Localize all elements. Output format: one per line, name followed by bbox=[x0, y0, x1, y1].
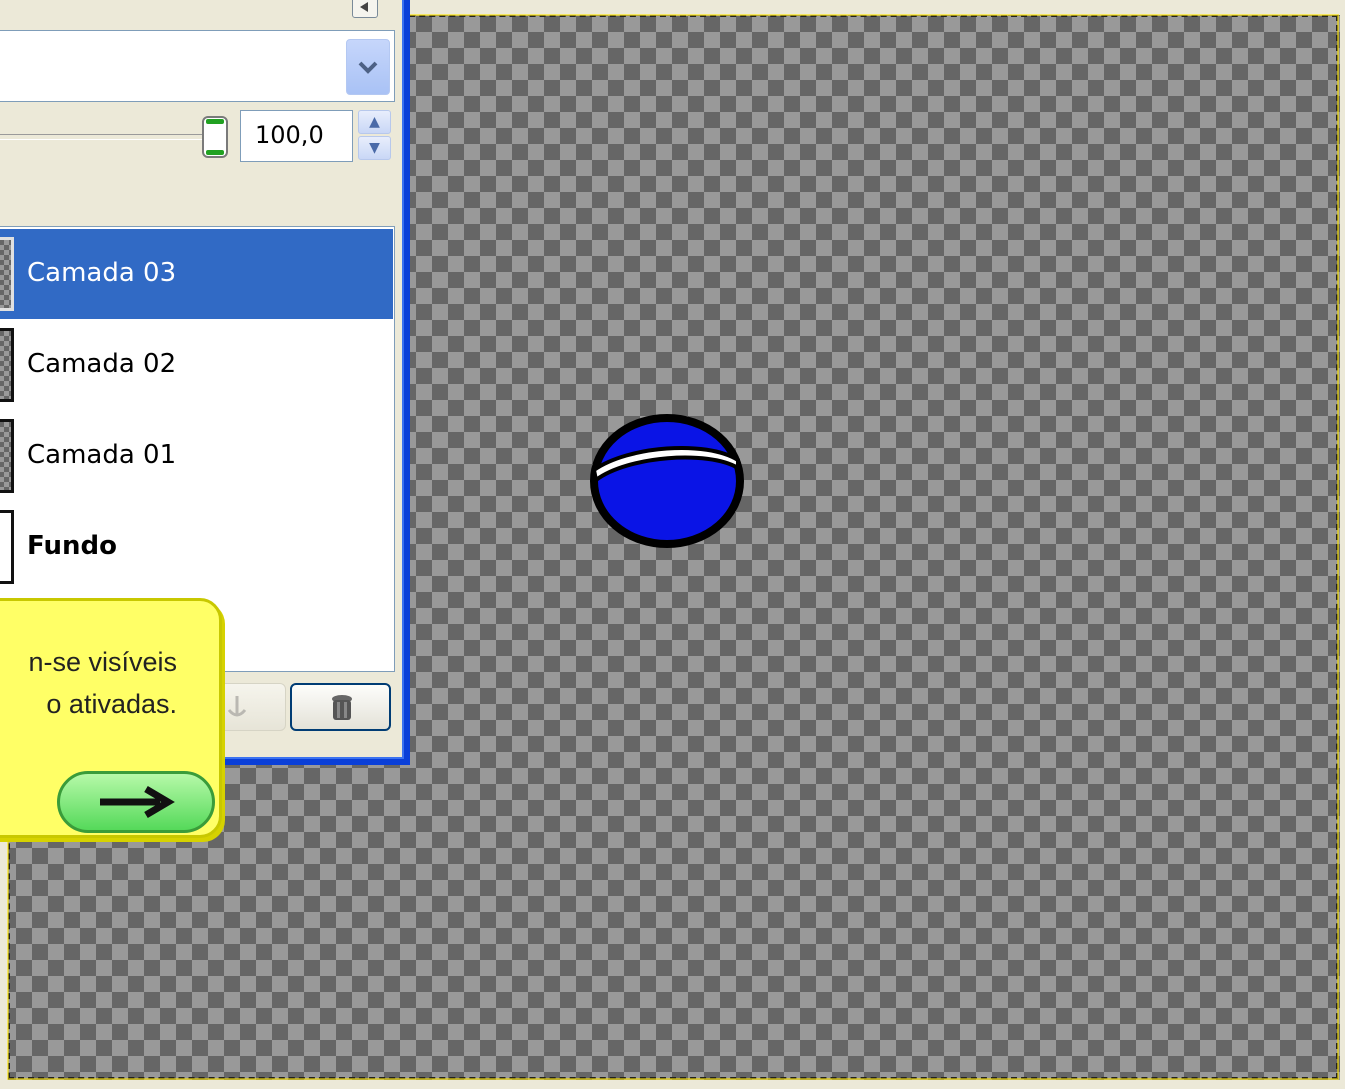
spin-up-icon[interactable]: ▲ bbox=[358, 110, 391, 134]
arrow-right-icon bbox=[100, 785, 175, 819]
layer-name: Camada 01 bbox=[27, 440, 177, 470]
tooltip-line-2: o ativadas. bbox=[46, 689, 177, 719]
layer-mode-combo[interactable] bbox=[0, 30, 395, 102]
layer-row-fundo[interactable]: Fundo bbox=[0, 502, 393, 592]
spin-down-icon[interactable]: ▼ bbox=[358, 136, 391, 160]
trash-icon bbox=[332, 695, 352, 720]
next-step-button[interactable] bbox=[57, 771, 215, 833]
layer-thumbnail bbox=[0, 237, 14, 311]
blue-ball-drawing bbox=[590, 414, 744, 548]
layer-thumbnail bbox=[0, 419, 14, 493]
layer-name: Camada 02 bbox=[27, 349, 177, 379]
layer-thumbnail bbox=[0, 328, 14, 402]
canvas-margin-bottom bbox=[0, 1080, 1345, 1089]
tooltip-text: n-se visíveis o ativadas. bbox=[0, 641, 203, 725]
opacity-spinner[interactable]: ▲ ▼ bbox=[358, 110, 391, 162]
anchor-icon bbox=[227, 696, 247, 717]
layer-name: Fundo bbox=[27, 531, 117, 561]
opacity-input[interactable]: 100,0 bbox=[240, 110, 353, 162]
layer-row-camada-01[interactable]: Camada 01 bbox=[0, 411, 393, 501]
opacity-slider-track[interactable] bbox=[0, 134, 205, 140]
opacity-slider-handle[interactable] bbox=[202, 116, 228, 158]
canvas-margin-right bbox=[1340, 0, 1345, 1089]
layer-thumbnail bbox=[0, 510, 14, 584]
collapse-icon[interactable] bbox=[352, 0, 378, 18]
delete-layer-button[interactable] bbox=[290, 683, 391, 731]
tooltip-line-1: n-se visíveis bbox=[28, 647, 177, 677]
layer-row-camada-02[interactable]: Camada 02 bbox=[0, 320, 393, 410]
layer-name: Camada 03 bbox=[27, 258, 177, 288]
tutorial-tooltip: n-se visíveis o ativadas. bbox=[0, 598, 222, 838]
chevron-down-icon[interactable] bbox=[346, 39, 390, 95]
layer-row-camada-03[interactable]: Camada 03 bbox=[0, 229, 393, 319]
